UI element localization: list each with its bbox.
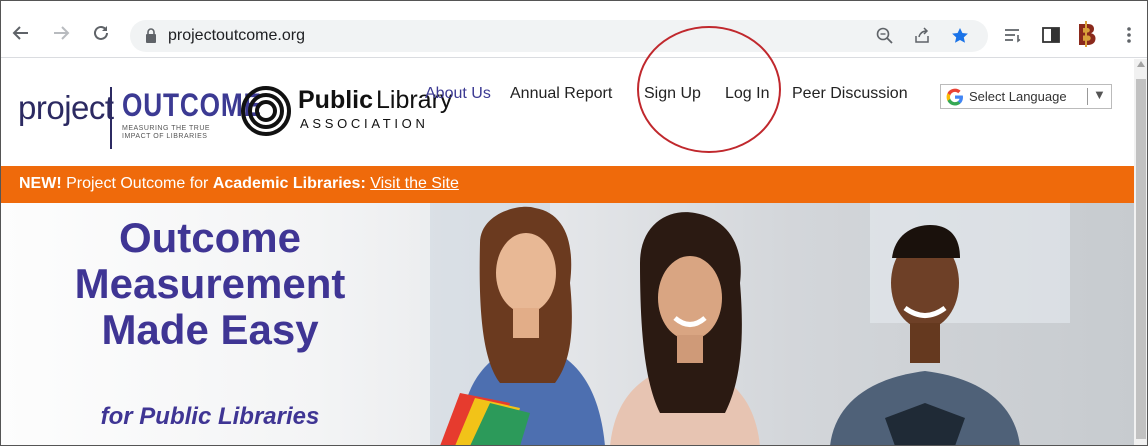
person-left bbox=[440, 206, 605, 446]
reload-icon[interactable] bbox=[90, 22, 112, 44]
zoom-icon[interactable] bbox=[875, 26, 895, 46]
headline-line: Made Easy bbox=[101, 306, 319, 353]
headline-line: Outcome bbox=[118, 214, 302, 261]
banner-text: NEW! Project Outcome for Academic Librar… bbox=[19, 175, 459, 193]
lock-icon[interactable] bbox=[145, 28, 157, 43]
hero-people-image bbox=[440, 206, 1020, 446]
nav-annual-report[interactable]: Annual Report bbox=[510, 85, 612, 103]
visit-site-link[interactable]: Visit the Site bbox=[370, 175, 459, 192]
share-icon[interactable] bbox=[912, 26, 932, 46]
web-page: project OUTCOME MEASURING THE TRUE IMPAC… bbox=[0, 26, 1148, 446]
address-bar[interactable]: projectoutcome.org bbox=[130, 20, 988, 52]
person-right bbox=[830, 225, 1020, 446]
annotation-circle bbox=[637, 26, 781, 153]
logo-project-text[interactable]: project bbox=[18, 89, 114, 127]
pla-logo-association: ASSOCIATION bbox=[300, 116, 429, 131]
chevron-down-icon[interactable]: ▼ bbox=[1093, 87, 1106, 102]
banner-new-label: NEW! bbox=[19, 175, 62, 192]
nav-about-us[interactable]: About Us bbox=[425, 85, 491, 103]
banner-body: Project Outcome for bbox=[61, 175, 213, 192]
person-middle bbox=[610, 212, 760, 446]
page-scrollbar[interactable] bbox=[1134, 59, 1148, 446]
reading-list-icon[interactable] bbox=[1002, 24, 1024, 46]
logo-tagline: IMPACT OF LIBRARIES bbox=[122, 133, 208, 140]
forward-arrow-icon[interactable] bbox=[50, 22, 72, 44]
scroll-up-arrow-icon[interactable] bbox=[1137, 61, 1145, 67]
hero-section: Outcome Measurement Made Easy for Public… bbox=[0, 203, 1134, 446]
headline-line: Measurement bbox=[74, 260, 346, 307]
google-icon bbox=[946, 88, 963, 106]
scrollbar-thumb[interactable] bbox=[1136, 79, 1146, 439]
logo-tagline: MEASURING THE TRUE bbox=[122, 125, 211, 132]
extension-icon[interactable] bbox=[1074, 21, 1098, 47]
hero-headline: Outcome Measurement Made Easy bbox=[40, 215, 380, 353]
language-select-label: Select Language bbox=[969, 89, 1067, 104]
nav-peer-discussion[interactable]: Peer Discussion bbox=[792, 85, 908, 103]
banner-academic-label: Academic Libraries: bbox=[212, 175, 366, 192]
pla-logo-icon[interactable] bbox=[240, 85, 292, 137]
browser-toolbar: projectoutcome.org bbox=[0, 0, 1148, 58]
language-select[interactable]: Select Language ▼ bbox=[940, 84, 1112, 109]
side-panel-icon[interactable] bbox=[1040, 24, 1062, 46]
site-header: project OUTCOME MEASURING THE TRUE IMPAC… bbox=[0, 26, 1134, 159]
logo-divider bbox=[110, 87, 112, 149]
select-divider bbox=[1087, 88, 1088, 105]
url-text[interactable]: projectoutcome.org bbox=[168, 27, 305, 45]
pla-logo-public: Public bbox=[298, 86, 374, 114]
bookmark-star-icon[interactable] bbox=[950, 26, 970, 46]
hero-subhead: for Public Libraries bbox=[100, 403, 320, 430]
announcement-banner: NEW! Project Outcome for Academic Librar… bbox=[0, 166, 1134, 203]
menu-icon[interactable] bbox=[1124, 24, 1134, 46]
back-arrow-icon[interactable] bbox=[10, 22, 32, 44]
